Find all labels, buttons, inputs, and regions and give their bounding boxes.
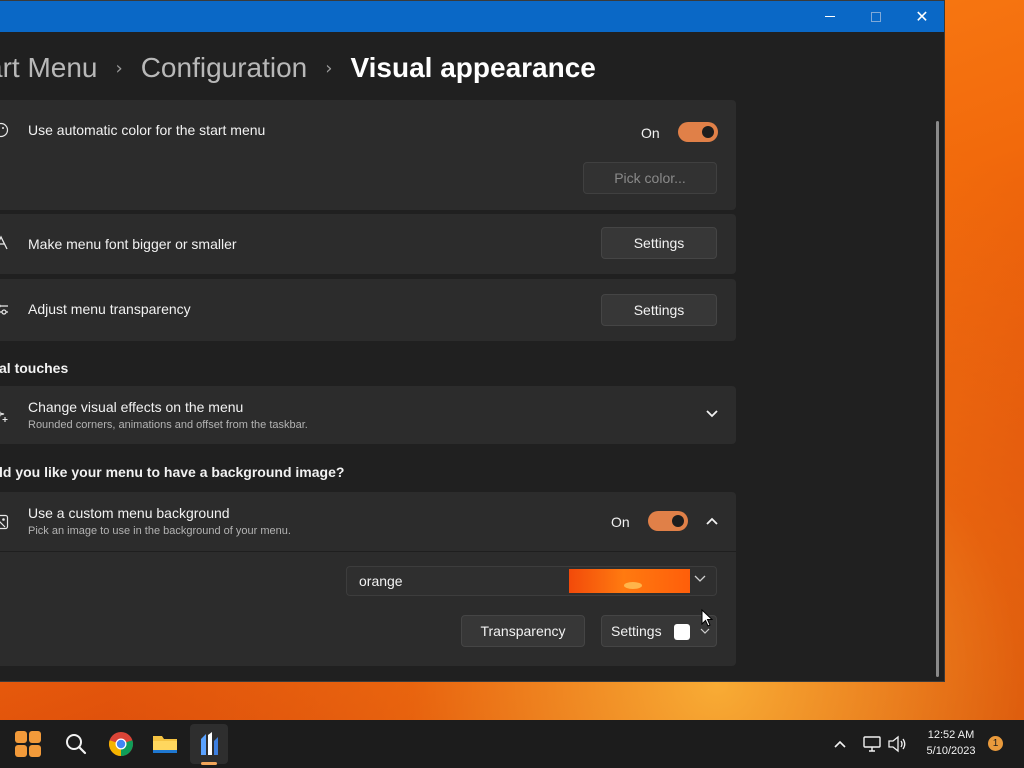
mouse-cursor-icon xyxy=(701,609,713,627)
maximize-button[interactable] xyxy=(853,1,899,32)
settings-window: ✕ art Menu › Configuration › Visual appe… xyxy=(0,0,945,682)
chevron-right-icon: › xyxy=(325,57,333,79)
white-square-overlay xyxy=(674,624,690,640)
palette-icon xyxy=(0,122,9,138)
clock-time[interactable]: 12:52 AM xyxy=(915,729,987,741)
background-preview-swatch xyxy=(569,569,690,593)
page-title: Visual appearance xyxy=(350,52,596,83)
breadcrumb-start-menu[interactable]: art Menu xyxy=(0,52,98,84)
chevron-right-icon: › xyxy=(115,57,123,79)
file-explorer-icon[interactable] xyxy=(149,728,181,760)
auto-color-toggle[interactable] xyxy=(678,122,718,142)
sliders-icon xyxy=(0,301,9,317)
pick-color-button[interactable]: Pick color... xyxy=(583,162,717,194)
network-icon[interactable] xyxy=(858,728,886,760)
visual-effects-card[interactable]: Change visual effects on the menu Rounde… xyxy=(0,386,736,444)
divider xyxy=(0,551,736,552)
minimize-icon xyxy=(825,16,835,17)
start-icon[interactable] xyxy=(12,728,44,760)
close-icon: ✕ xyxy=(915,7,929,26)
chevron-down-icon xyxy=(694,573,706,586)
custom-background-subtitle: Pick an image to use in the background o… xyxy=(28,525,291,537)
maximize-icon xyxy=(871,11,881,22)
sparkle-icon xyxy=(0,407,9,423)
visual-touches-heading: al touches xyxy=(0,360,69,376)
transparency-title: Adjust menu transparency xyxy=(28,301,191,317)
notification-badge[interactable]: 1 xyxy=(988,736,1003,751)
scrollbar[interactable] xyxy=(936,121,939,677)
custom-background-title: Use a custom menu background xyxy=(28,505,230,521)
visual-effects-subtitle: Rounded corners, animations and offset f… xyxy=(28,419,308,431)
chevron-up-icon[interactable] xyxy=(704,514,720,530)
background-image-heading: ld you like your menu to have a backgrou… xyxy=(0,464,345,480)
clock-date[interactable]: 5/10/2023 xyxy=(915,745,987,757)
chrome-icon[interactable] xyxy=(105,728,137,760)
background-image-dropdown-value: orange xyxy=(359,573,403,589)
image-icon xyxy=(0,514,9,530)
auto-color-toggle-label: On xyxy=(641,125,660,141)
background-settings-label: Settings xyxy=(611,623,662,639)
settings-content: Use automatic color for the start menu O… xyxy=(0,100,937,681)
breadcrumb-configuration[interactable]: Configuration xyxy=(141,52,308,84)
active-indicator xyxy=(201,762,217,765)
custom-background-toggle[interactable] xyxy=(648,511,688,531)
chevron-down-icon[interactable] xyxy=(704,407,720,423)
background-settings-button[interactable]: Settings xyxy=(601,615,717,647)
visual-effects-title: Change visual effects on the menu xyxy=(28,399,244,415)
font-size-card: Make menu font bigger or smaller Setting… xyxy=(0,214,736,274)
background-transparency-button[interactable]: Transparency xyxy=(461,615,585,647)
background-image-dropdown[interactable]: orange xyxy=(346,566,717,596)
taskbar: 12:52 AM 5/10/2023 xyxy=(0,720,1024,768)
title-bar[interactable]: ✕ xyxy=(0,1,944,32)
transparency-settings-button[interactable]: Settings xyxy=(601,294,717,326)
auto-color-card: Use automatic color for the start menu O… xyxy=(0,100,736,210)
minimize-button[interactable] xyxy=(807,1,853,32)
swatch-highlight xyxy=(624,582,642,589)
app-icon[interactable] xyxy=(193,728,225,760)
transparency-card: Adjust menu transparency Settings xyxy=(0,279,736,341)
volume-icon[interactable] xyxy=(883,728,911,760)
font-size-settings-button[interactable]: Settings xyxy=(601,227,717,259)
chevron-up-icon[interactable] xyxy=(826,728,854,760)
chevron-down-icon xyxy=(700,628,710,634)
custom-background-toggle-label: On xyxy=(611,514,630,530)
font-size-title: Make menu font bigger or smaller xyxy=(28,236,237,252)
breadcrumb: art Menu › Configuration › Visual appear… xyxy=(0,45,899,91)
auto-color-title: Use automatic color for the start menu xyxy=(28,122,266,138)
search-icon[interactable] xyxy=(60,728,92,760)
font-size-icon xyxy=(0,235,9,251)
close-button[interactable]: ✕ xyxy=(899,1,944,32)
